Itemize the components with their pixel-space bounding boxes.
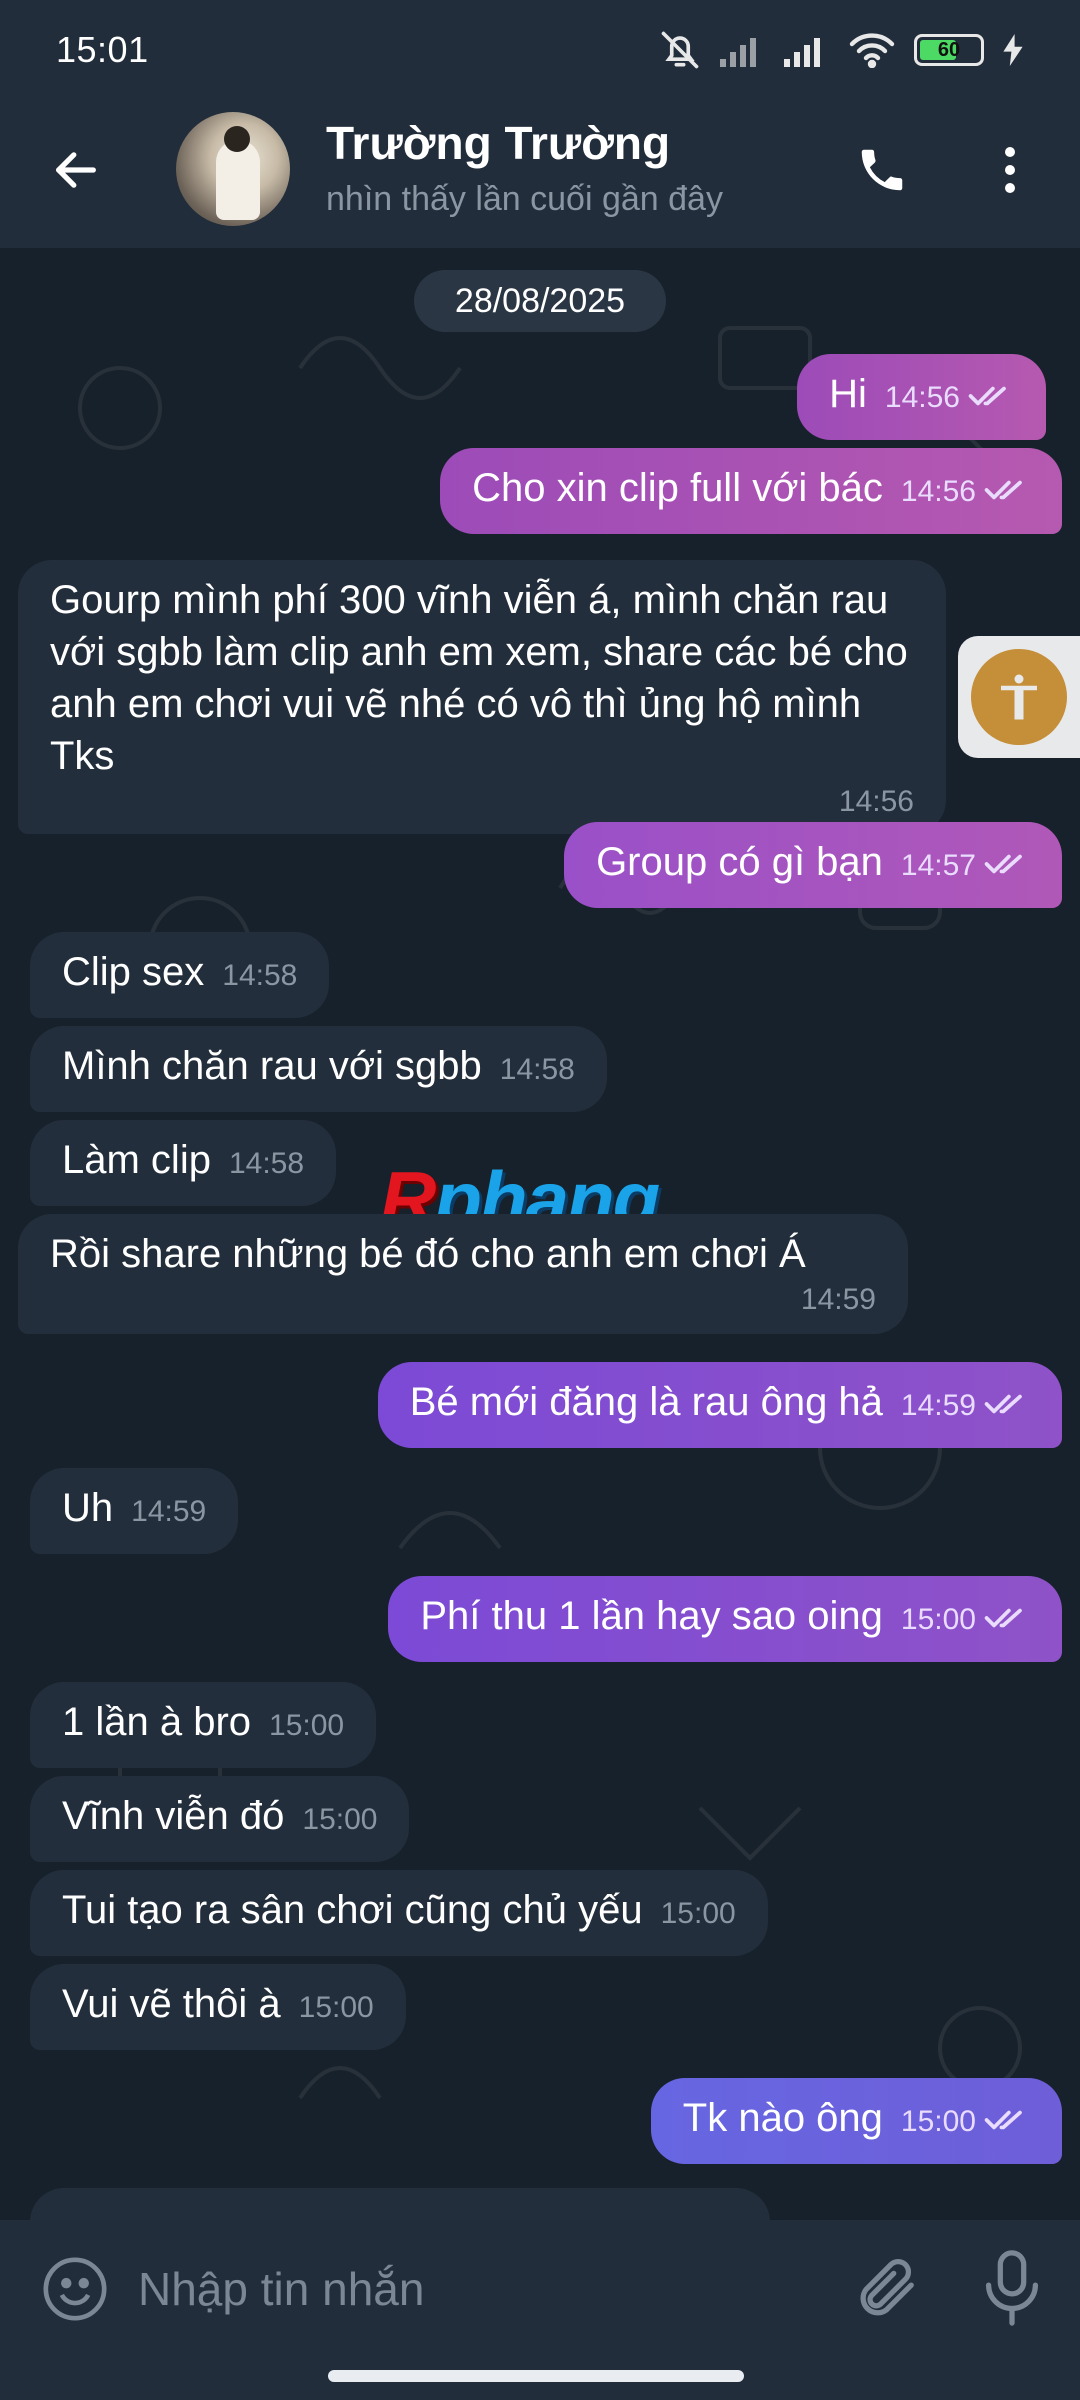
- message-text: Hi: [829, 372, 867, 416]
- incoming-message[interactable]: Tui tạo ra sân chơi cũng chủ yếu 15:00: [30, 1870, 768, 1956]
- more-vertical-icon-dot: [1005, 183, 1015, 193]
- avatar[interactable]: [176, 112, 290, 226]
- avatar-figure: [216, 140, 260, 220]
- wifi-icon: [848, 32, 896, 68]
- message-time: 15:00: [660, 1897, 736, 1930]
- avatar-head: [224, 126, 250, 152]
- battery-icon: 60: [914, 34, 984, 66]
- read-receipt-icon: [976, 2092, 1030, 2144]
- message-text: Tui tạo ra sân chơi cũng chủ yếu: [62, 1888, 643, 1932]
- signal-icon: [720, 33, 766, 67]
- message-text: Làm clip: [62, 1138, 211, 1182]
- message-time: 15:00: [298, 1991, 374, 2024]
- chat-header: Trường Trường nhìn thấy lần cuối gần đây: [0, 100, 1080, 248]
- status-icons: 60: [658, 28, 1024, 72]
- message-text: Rồi share những bé đó cho anh em chơi Á: [50, 1232, 806, 1276]
- back-button[interactable]: [46, 140, 106, 200]
- message-time: 14:56: [884, 381, 960, 414]
- more-vertical-icon-dot: [1005, 147, 1015, 157]
- signal-icon-2: [784, 33, 830, 67]
- outgoing-message[interactable]: Tk nào ông 15:00: [650, 2078, 1062, 2164]
- incoming-message[interactable]: Vui vẽ thôi à 15:00: [30, 1964, 406, 2050]
- message-list[interactable]: 28/08/2025 Rphang Hi 14:56 Cho xin clip fu…: [0, 248, 1080, 2220]
- message-time: 14:59: [800, 1283, 876, 1316]
- call-button[interactable]: [852, 140, 912, 200]
- incoming-message[interactable]: Clip sex 14:58: [30, 932, 330, 1018]
- outgoing-message[interactable]: Hi 14:56: [797, 354, 1046, 440]
- home-indicator[interactable]: [328, 2370, 744, 2382]
- message-text: 1 lần à bro: [62, 1700, 252, 1744]
- more-options-button[interactable]: [990, 140, 1030, 200]
- message-time: 15:00: [302, 1803, 378, 1836]
- accessibility-icon: [971, 649, 1067, 745]
- outgoing-message[interactable]: Group có gì bạn 14:57: [564, 822, 1062, 908]
- arrow-left-icon: [56, 152, 96, 188]
- message-text: Phí thu 1 lần hay sao oing: [420, 1594, 883, 1638]
- message-time: 14:56: [838, 785, 914, 818]
- message-text: Vĩnh viễn đó: [62, 1794, 285, 1838]
- incoming-message[interactable]: Uh 14:59: [30, 1468, 239, 1554]
- message-time: 14:59: [131, 1495, 207, 1528]
- message-text: Cho xin clip full với bác: [472, 466, 883, 510]
- read-receipt-icon: [976, 1590, 1030, 1642]
- emoji-button[interactable]: [40, 2254, 110, 2324]
- message-text: Bé mới đăng là rau ông hả: [409, 1380, 883, 1424]
- outgoing-message[interactable]: Cho xin clip full với bác 14:56: [440, 448, 1062, 534]
- message-text: Mình chăn rau với sgbb: [62, 1044, 482, 1088]
- composer: Nhập tin nhắn: [0, 2220, 1080, 2400]
- charging-bolt-icon: [1002, 34, 1024, 66]
- read-receipt-icon: [960, 368, 1014, 420]
- incoming-message[interactable]: Rồi share những bé đó cho anh em chơi Á 1…: [18, 1214, 908, 1334]
- incoming-message[interactable]: Gourp mình phí 300 vĩnh viễn á, mình chă…: [18, 560, 946, 834]
- battery-level: 60: [937, 38, 961, 61]
- message-time: 14:59: [900, 1389, 976, 1422]
- message-time: 15:00: [900, 2105, 976, 2138]
- status-time: 15:01: [56, 29, 149, 70]
- date-separator: 28/08/2025: [414, 270, 666, 332]
- outgoing-message[interactable]: Bé mới đăng là rau ông hả 14:59: [377, 1362, 1062, 1448]
- outgoing-message[interactable]: Phí thu 1 lần hay sao oing 15:00: [388, 1576, 1062, 1662]
- attach-button[interactable]: [850, 2252, 920, 2324]
- incoming-message-partial[interactable]: [30, 2188, 770, 2220]
- message-time: 14:56: [900, 475, 976, 508]
- mute-bell-icon: [658, 28, 702, 72]
- status-bar: 15:01 60: [0, 0, 1080, 100]
- incoming-message[interactable]: 1 lần à bro 15:00: [30, 1682, 377, 1768]
- message-text: Clip sex: [62, 950, 205, 994]
- contact-name[interactable]: Trường Trường: [326, 116, 670, 170]
- message-time: 14:57: [900, 849, 976, 882]
- paperclip-icon: [860, 2259, 914, 2316]
- smiley-icon: [43, 2257, 107, 2321]
- accessibility-button[interactable]: [958, 636, 1080, 758]
- more-vertical-icon-dot: [1005, 165, 1015, 175]
- message-time: 15:00: [900, 1603, 976, 1636]
- last-seen-status: nhìn thấy lần cuối gần đây: [326, 180, 723, 218]
- message-text: Gourp mình phí 300 vĩnh viễn á, mình chă…: [50, 578, 908, 778]
- message-time: 14:58: [499, 1053, 575, 1086]
- message-text: Group có gì bạn: [596, 840, 883, 884]
- incoming-message[interactable]: Vĩnh viễn đó 15:00: [30, 1776, 410, 1862]
- read-receipt-icon: [976, 1376, 1030, 1428]
- message-text: Uh: [62, 1486, 114, 1530]
- voice-message-button[interactable]: [982, 2250, 1042, 2326]
- microphone-icon: [985, 2250, 1039, 2326]
- phone-icon: [861, 149, 903, 191]
- message-text: Vui vẽ thôi à: [62, 1982, 281, 2026]
- read-receipt-icon: [976, 462, 1030, 514]
- message-text: Tk nào ông: [682, 2096, 883, 2140]
- message-input[interactable]: Nhập tin nhắn: [138, 2262, 424, 2316]
- read-receipt-icon: [976, 836, 1030, 888]
- message-time: 15:00: [269, 1709, 345, 1742]
- incoming-message[interactable]: Mình chăn rau với sgbb 14:58: [30, 1026, 607, 1112]
- message-time: 14:58: [222, 959, 298, 992]
- message-time: 14:58: [228, 1147, 305, 1180]
- incoming-message[interactable]: Làm clip 14:58: [30, 1120, 337, 1206]
